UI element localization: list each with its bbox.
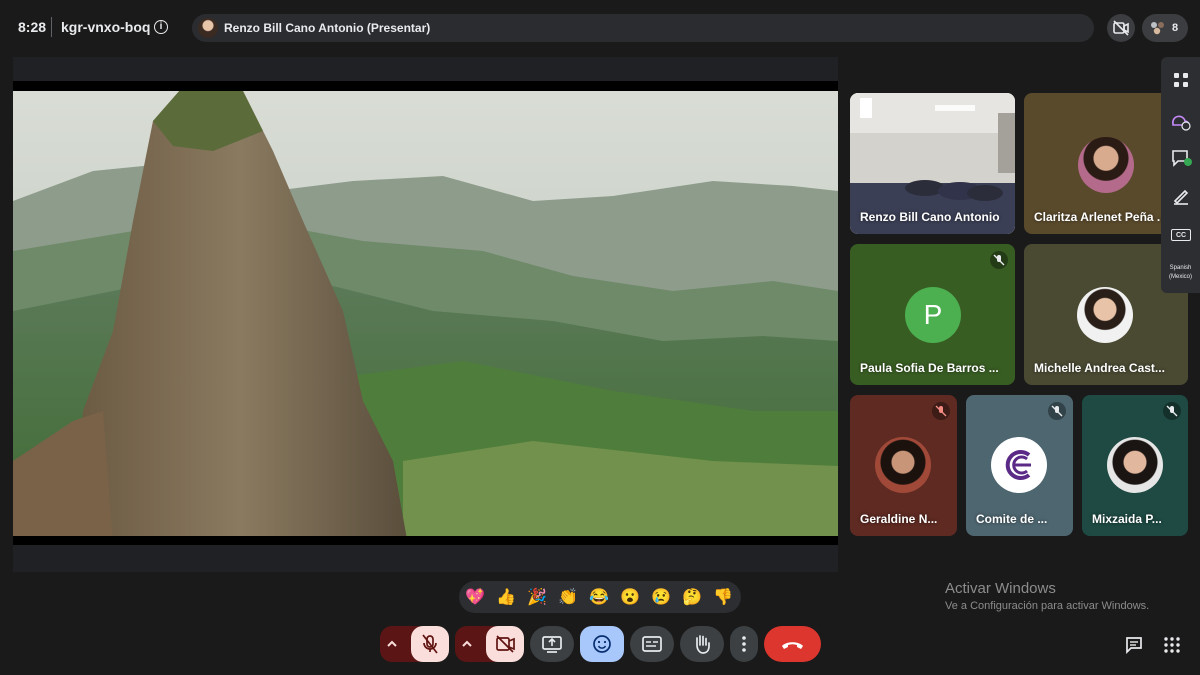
avatar (1107, 437, 1163, 493)
meeting-code: kgr-vnxo-boq (61, 19, 151, 35)
weather-alert-icon[interactable] (1170, 109, 1192, 131)
thumbs-up-emoji-button[interactable]: 👍 (496, 588, 516, 608)
captions-icon[interactable]: CC (1171, 229, 1191, 241)
apps-grid-icon[interactable] (1170, 69, 1192, 91)
people-icon (1151, 22, 1164, 35)
captions-button[interactable] (630, 626, 674, 662)
emoji-icon (593, 635, 611, 653)
participant-tile[interactable]: Renzo Bill Cano Antonio (850, 93, 1015, 234)
chat-icon[interactable] (1124, 635, 1144, 655)
raise-hand-button[interactable] (680, 626, 724, 662)
participant-tile[interactable]: Comite de ... (966, 395, 1073, 536)
participant-name: Michelle Andrea Cast... (1034, 361, 1165, 375)
present-screen-button[interactable] (530, 626, 574, 662)
mic-off-icon (1048, 402, 1066, 420)
leave-call-button[interactable] (764, 626, 821, 662)
avatar (1077, 287, 1133, 343)
reactions-bar: 💖 👍 🎉 👏 😂 😮 😢 🤔 👎 (459, 581, 741, 613)
mic-off-icon (1163, 402, 1181, 420)
camera-off-icon (496, 635, 515, 653)
logo-avatar (991, 437, 1047, 493)
participant-name: Comite de ... (976, 512, 1048, 526)
sad-emoji-button[interactable]: 😢 (651, 588, 671, 608)
mic-off-icon (990, 251, 1008, 269)
present-screen-icon (542, 636, 562, 653)
divider (51, 17, 52, 37)
presenter-banner[interactable]: Renzo Bill Cano Antonio (Presentar) (192, 14, 1094, 42)
participant-name: Claritza Arlenet Peña ... (1034, 210, 1167, 224)
activation-watermark-title: Activar Windows (945, 580, 1056, 597)
sparkling-heart-emoji-button[interactable]: 💖 (465, 588, 485, 608)
participant-tile[interactable]: Mixzaida P... (1082, 395, 1188, 536)
laughing-emoji-button[interactable]: 😂 (589, 588, 609, 608)
mic-off-icon (422, 634, 438, 654)
activation-watermark-subtitle: Ve a Configuración para activar Windows. (945, 600, 1150, 612)
surprised-emoji-button[interactable]: 😮 (620, 588, 640, 608)
avatar (198, 18, 218, 38)
captions-icon (642, 636, 662, 652)
raise-hand-icon (696, 635, 710, 654)
clock: 8:28 (18, 19, 47, 35)
participant-name: Geraldine N... (860, 512, 938, 526)
camera-toggle-button[interactable] (486, 626, 524, 662)
participant-name: Renzo Bill Cano Antonio (860, 210, 1000, 224)
mic-toggle-button[interactable] (411, 626, 449, 662)
participant-tile[interactable]: P Paula Sofia De Barros ... (850, 244, 1015, 385)
avatar-letter: P (905, 287, 961, 343)
avatar (1078, 137, 1134, 193)
participant-tile[interactable]: Geraldine N... (850, 395, 957, 536)
participant-name: Paula Sofia De Barros ... (860, 361, 999, 375)
mic-off-icon (932, 402, 950, 420)
presentation-stage (13, 57, 838, 572)
party-emoji-button[interactable]: 🎉 (527, 588, 547, 608)
activities-grid-icon[interactable] (1162, 635, 1182, 655)
more-options-button[interactable] (730, 626, 758, 662)
thumbs-down-emoji-button[interactable]: 👎 (713, 588, 733, 608)
chevron-up-icon (387, 640, 397, 647)
camera-off-indicator-button[interactable] (1107, 14, 1135, 42)
shared-video (13, 81, 838, 545)
caption-language[interactable]: Spanish (Mexico) (1161, 264, 1200, 282)
chevron-up-icon (462, 640, 472, 647)
pen-icon[interactable] (1170, 185, 1192, 207)
info-icon[interactable]: i (154, 20, 168, 34)
clapping-emoji-button[interactable]: 👏 (558, 588, 578, 608)
participant-name: Mixzaida P... (1092, 512, 1162, 526)
chat-assist-icon[interactable] (1170, 147, 1192, 169)
people-button[interactable]: 8 (1142, 14, 1188, 42)
mountain-scene-image (13, 81, 838, 545)
presenter-label: Renzo Bill Cano Antonio (Presentar) (224, 21, 431, 35)
emoji-reactions-button[interactable] (580, 626, 624, 662)
avatar (875, 437, 931, 493)
top-bar: 8:28 kgr-vnxo-boq i Renzo Bill Cano Anto… (0, 0, 1200, 56)
thinking-emoji-button[interactable]: 🤔 (682, 588, 702, 608)
side-tools-panel: CC Spanish (Mexico) (1161, 57, 1200, 293)
more-options-icon (742, 636, 746, 652)
people-count: 8 (1172, 22, 1179, 34)
camera-off-icon (1113, 20, 1129, 36)
end-call-icon (782, 642, 803, 649)
